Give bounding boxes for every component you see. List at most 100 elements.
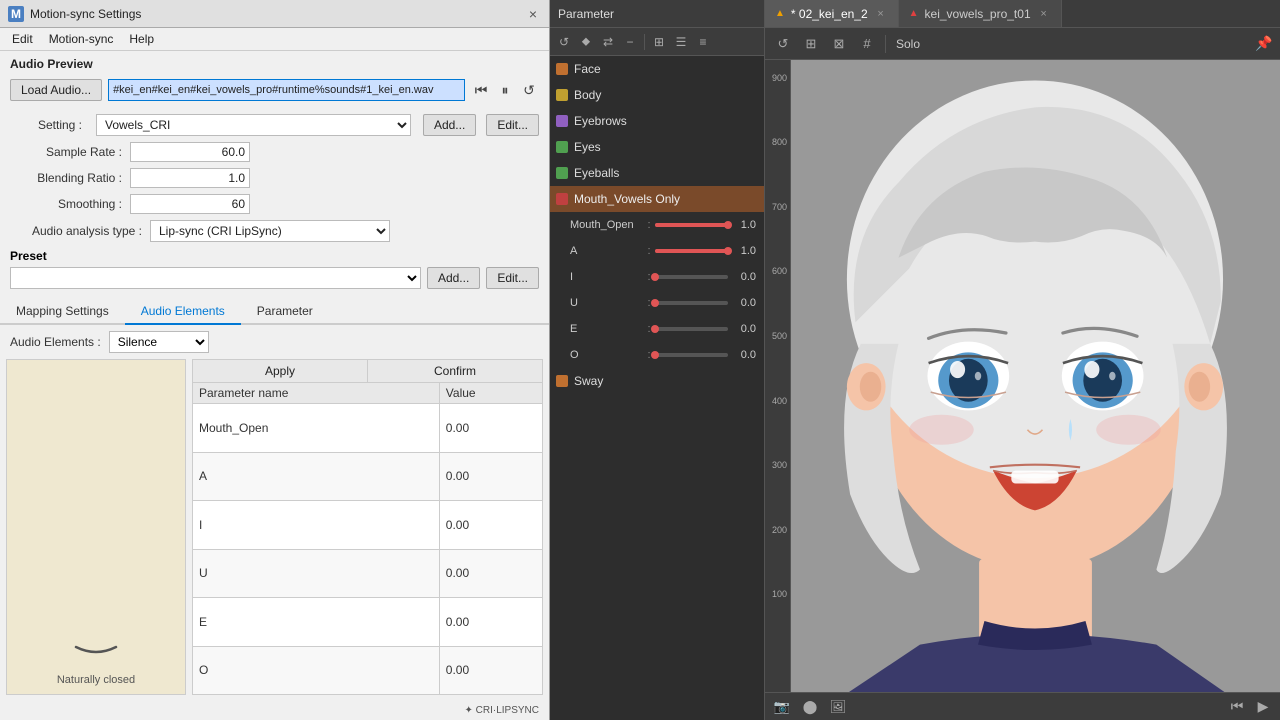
param-toolbar: ↺ ⬥ ⇄ − ⊞ ☰ ≡ bbox=[550, 28, 764, 56]
param-value: 0.0 bbox=[728, 297, 756, 309]
param-name: I bbox=[570, 271, 643, 283]
edit-setting-button[interactable]: Edit... bbox=[486, 114, 539, 136]
param-group-header[interactable]: Eyes bbox=[550, 134, 764, 160]
param-slider-fill bbox=[655, 223, 728, 227]
param-slider-track[interactable] bbox=[655, 275, 728, 279]
param-slider-track[interactable] bbox=[655, 301, 728, 305]
prev-button[interactable]: ⏮ bbox=[471, 80, 491, 100]
param-value: 0.0 bbox=[728, 349, 756, 361]
param-list-button[interactable]: ☰ bbox=[671, 32, 691, 52]
confirm-button[interactable]: Confirm bbox=[368, 360, 542, 382]
record-button[interactable]: ⬤ bbox=[799, 696, 821, 718]
group-label: Eyeballs bbox=[574, 166, 619, 180]
mouth-param-i[interactable]: I : 0.0 bbox=[550, 264, 764, 290]
mouth-icon bbox=[56, 624, 136, 664]
repeat-button[interactable]: ↺ bbox=[519, 80, 539, 100]
menu-edit[interactable]: Edit bbox=[4, 30, 41, 48]
character-svg bbox=[791, 60, 1280, 692]
group-icon bbox=[556, 63, 568, 75]
group-icon bbox=[556, 89, 568, 101]
smoothing-input[interactable] bbox=[130, 194, 250, 214]
add-preset-button[interactable]: Add... bbox=[427, 267, 480, 289]
blending-ratio-label: Blending Ratio : bbox=[10, 171, 130, 185]
play-back-button[interactable]: ⏮ bbox=[1226, 696, 1248, 718]
preview-tab-1[interactable]: ▲ kei_vowels_pro_t01 × bbox=[899, 0, 1062, 27]
table-row: O0.00 bbox=[193, 646, 543, 695]
mouth-param-a[interactable]: A : 1.0 bbox=[550, 238, 764, 264]
setting-row: Setting : Vowels_CRI Add... Edit... bbox=[0, 111, 549, 139]
sample-rate-label: Sample Rate : bbox=[10, 145, 130, 159]
param-flow-button[interactable]: ⇄ bbox=[598, 32, 618, 52]
camera-button[interactable]: 📷 bbox=[771, 696, 793, 718]
mouth-param-u[interactable]: U : 0.0 bbox=[550, 290, 764, 316]
param-slider-track[interactable] bbox=[655, 249, 728, 253]
mouth-vowels-header[interactable]: Mouth_Vowels Only bbox=[550, 186, 764, 212]
param-group-header[interactable]: Face bbox=[550, 56, 764, 82]
mouth-param-o[interactable]: O : 0.0 bbox=[550, 342, 764, 368]
param-minus-button[interactable]: − bbox=[620, 32, 640, 52]
param-value-cell: 0.00 bbox=[439, 646, 542, 695]
param-slider-track[interactable] bbox=[655, 353, 728, 357]
tab-mapping-settings[interactable]: Mapping Settings bbox=[0, 299, 125, 323]
blending-ratio-row: Blending Ratio : bbox=[0, 165, 549, 191]
preview-tab-0[interactable]: ▲ * 02_kei_en_2 × bbox=[765, 0, 899, 27]
sample-rate-input[interactable] bbox=[130, 142, 250, 162]
mouth-param-e[interactable]: E : 0.0 bbox=[550, 316, 764, 342]
param-group-header[interactable]: Body bbox=[550, 82, 764, 108]
play-button[interactable]: ▶ bbox=[1252, 696, 1274, 718]
tab-parameter[interactable]: Parameter bbox=[241, 299, 329, 323]
group-label: Body bbox=[574, 88, 601, 102]
load-audio-button[interactable]: Load Audio... bbox=[10, 79, 102, 101]
audio-path-input[interactable] bbox=[108, 79, 465, 101]
menu-help[interactable]: Help bbox=[121, 30, 162, 48]
tab-close-0[interactable]: × bbox=[874, 7, 888, 21]
mouth-param-mouth_open[interactable]: Mouth_Open : 1.0 bbox=[550, 212, 764, 238]
param-slider-wrap bbox=[655, 223, 728, 227]
param-value-cell: 0.00 bbox=[439, 404, 542, 453]
close-button[interactable]: × bbox=[525, 6, 541, 22]
param-slider-thumb bbox=[724, 221, 732, 229]
param-slider-thumb bbox=[651, 351, 659, 359]
param-slider-track[interactable] bbox=[655, 223, 728, 227]
blending-ratio-input[interactable] bbox=[130, 168, 250, 188]
param-reset-button[interactable]: ↺ bbox=[554, 32, 574, 52]
param-separator: : bbox=[647, 219, 650, 231]
audio-elements-select[interactable]: SilenceAIUEO bbox=[109, 331, 209, 353]
apply-button[interactable]: Apply bbox=[193, 360, 368, 382]
param-menu-button[interactable]: ≡ bbox=[693, 32, 713, 52]
screenshot-button[interactable]: 🖼 bbox=[827, 696, 849, 718]
group-label: Eyebrows bbox=[574, 114, 627, 128]
param-grid-button[interactable]: ⊞ bbox=[649, 32, 669, 52]
param-name: E bbox=[570, 323, 643, 335]
add-setting-button[interactable]: Add... bbox=[423, 114, 476, 136]
setting-select[interactable]: Vowels_CRI bbox=[96, 114, 411, 136]
bone-button[interactable]: ⊞ bbox=[799, 32, 823, 56]
tab-icon-1: ▲ bbox=[909, 8, 919, 19]
param-header: Parameter bbox=[550, 0, 764, 28]
param-group-header[interactable]: Sway bbox=[550, 368, 764, 394]
pause-button[interactable]: ⏸ bbox=[495, 80, 515, 100]
menu-motion-sync[interactable]: Motion-sync bbox=[41, 30, 122, 48]
tab-audio-elements[interactable]: Audio Elements bbox=[125, 299, 241, 325]
prev-frame-button[interactable]: ↺ bbox=[771, 32, 795, 56]
param-slider-wrap bbox=[655, 301, 728, 305]
param-separator: : bbox=[647, 245, 650, 257]
ruler-mark: 700 bbox=[772, 202, 787, 212]
param-panel: Parameter ↺ ⬥ ⇄ − ⊞ ☰ ≡ Face Body bbox=[550, 0, 765, 720]
group-icon bbox=[556, 115, 568, 127]
param-name: Mouth_Open bbox=[570, 219, 643, 231]
param-group-header[interactable]: Eyebrows bbox=[550, 108, 764, 134]
pin-button[interactable]: 📌 bbox=[1254, 34, 1274, 54]
tab-close-1[interactable]: × bbox=[1037, 7, 1051, 21]
preset-select[interactable] bbox=[10, 267, 421, 289]
param-name-cell: I bbox=[193, 501, 440, 550]
edit-preset-button[interactable]: Edit... bbox=[486, 267, 539, 289]
solo-label: Solo bbox=[896, 37, 920, 51]
param-slider-track[interactable] bbox=[655, 327, 728, 331]
param-key-button[interactable]: ⬥ bbox=[576, 32, 596, 52]
table-row: A0.00 bbox=[193, 452, 543, 501]
audio-analysis-select[interactable]: Lip-sync (CRI LipSync) bbox=[150, 220, 390, 242]
grid-preview-button[interactable]: # bbox=[855, 32, 879, 56]
mesh-button[interactable]: ⊠ bbox=[827, 32, 851, 56]
param-group-header[interactable]: Eyeballs bbox=[550, 160, 764, 186]
